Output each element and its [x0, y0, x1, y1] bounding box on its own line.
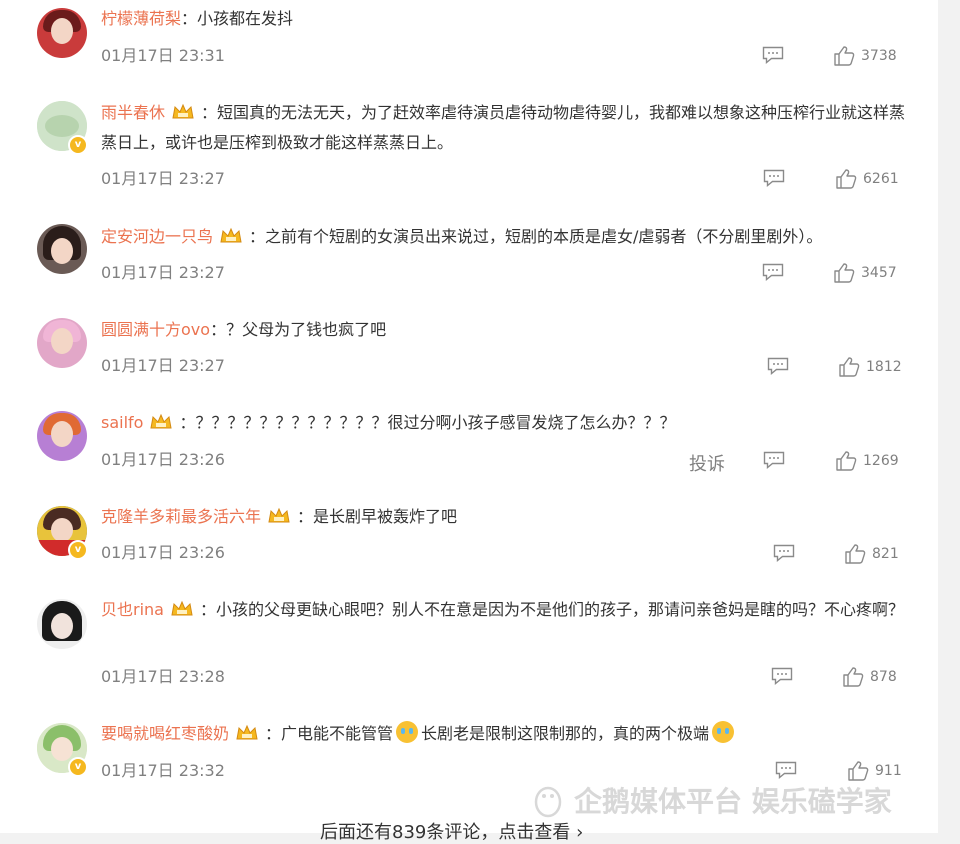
like-button[interactable]: 3457	[833, 262, 903, 284]
username-link[interactable]: 柠檬薄荷梨	[101, 9, 181, 28]
avatar[interactable]	[37, 318, 87, 368]
comment-panel: 柠檬薄荷梨：小孩都在发抖 01月17日 23:31 3738 v 雨半春休 ：短国…	[0, 0, 938, 843]
comment-icon[interactable]	[775, 761, 797, 779]
thumbs-up-icon	[843, 667, 864, 687]
like-button[interactable]: 911	[847, 760, 917, 782]
report-link[interactable]: 投诉	[689, 450, 725, 476]
timestamp: 01月17日 23:32	[101, 761, 225, 780]
like-count: 3738	[861, 48, 897, 64]
comment-body: ：广电能不能管管	[265, 724, 394, 743]
username-link[interactable]: sailfo	[101, 413, 143, 432]
thumbs-up-icon	[836, 451, 857, 471]
thumbs-up-icon	[845, 544, 866, 564]
like-button[interactable]: 1269	[835, 450, 905, 472]
comment-icon[interactable]	[767, 357, 789, 375]
comment-body: ：是长剧早被轰炸了吧	[297, 507, 458, 526]
right-gutter	[944, 0, 960, 833]
comment-icon[interactable]	[762, 263, 784, 281]
username-link[interactable]: 克隆羊多莉最多活六年	[101, 507, 261, 526]
comment-icon[interactable]	[771, 667, 793, 685]
like-count: 911	[875, 763, 902, 779]
username-link[interactable]: 圆圆满十方ovo	[101, 320, 210, 339]
comment-text: 柠檬薄荷梨：小孩都在发抖	[101, 4, 911, 34]
verified-badge-icon: v	[68, 135, 88, 155]
avatar[interactable]	[37, 8, 87, 58]
comment-body: ：？父母为了钱也疯了吧	[210, 320, 387, 339]
comment-icon[interactable]	[763, 451, 785, 469]
timestamp: 01月17日 23:27	[101, 356, 225, 375]
like-button[interactable]: 6261	[835, 168, 905, 190]
crown-badge-icon	[150, 413, 173, 429]
comment-body-cont: 长剧老是限制这限制那的，真的两个极端	[421, 724, 710, 743]
like-count: 3457	[861, 265, 897, 281]
timestamp: 01月17日 23:26	[101, 543, 225, 562]
crown-badge-icon	[236, 724, 258, 740]
comment-text: 圆圆满十方ovo：？父母为了钱也疯了吧	[101, 315, 911, 345]
crying-emoji-icon	[396, 721, 419, 743]
timestamp: 01月17日 23:27	[101, 263, 225, 282]
username-link[interactable]: 雨半春休	[101, 103, 165, 122]
avatar[interactable]: v	[37, 101, 88, 155]
username-link[interactable]: 定安河边一只鸟	[101, 227, 213, 246]
crown-badge-icon	[171, 600, 193, 616]
comment-body: ：小孩都在发抖	[181, 9, 294, 28]
comment-text: 贝也rina ：小孩的父母更缺心眼吧？别人不在意是因为不是他们的孩子，那请问亲爸妈…	[101, 595, 911, 625]
penguin-logo-icon	[534, 786, 562, 818]
comment-text: sailfo ：？？？？？？？？？？？？很过分啊小孩子感冒发烧了怎么办？？？	[101, 408, 911, 438]
comment-text: 要喝就喝红枣酸奶 ：广电能不能管管 长剧老是限制这限制那的，真的两个极端	[101, 719, 911, 749]
avatar[interactable]	[37, 224, 87, 274]
comment-text: 定安河边一只鸟 ：之前有个短剧的女演员出来说过，短剧的本质是虐女/虐弱者（不分剧里…	[101, 222, 911, 252]
username-link[interactable]: 贝也rina	[101, 600, 164, 619]
thumbs-up-icon	[839, 357, 860, 377]
thumbs-up-icon	[834, 46, 855, 66]
comment-body: ：短国真的无法无天，为了赶效率虐待演员虐待动物虐待婴儿，我都难以想象这种压榨行业…	[101, 103, 906, 152]
like-count: 6261	[863, 171, 899, 187]
verified-badge-icon: v	[68, 757, 88, 777]
avatar[interactable]	[37, 599, 87, 649]
verified-badge-icon: v	[68, 540, 88, 560]
timestamp: 01月17日 23:27	[101, 169, 225, 188]
comment-body: ：之前有个短剧的女演员出来说过，短剧的本质是虐女/虐弱者（不分剧里剧外）。	[249, 227, 823, 246]
crying-emoji-icon	[712, 721, 735, 743]
username-link[interactable]: 要喝就喝红枣酸奶	[101, 724, 229, 743]
comment-icon[interactable]	[763, 169, 785, 187]
like-count: 1269	[863, 453, 899, 469]
thumbs-up-icon	[836, 169, 857, 189]
crown-badge-icon	[268, 507, 290, 523]
comment-icon[interactable]	[773, 544, 795, 562]
like-button[interactable]: 1812	[838, 356, 908, 378]
timestamp: 01月17日 23:31	[101, 46, 225, 65]
timestamp: 01月17日 23:28	[101, 667, 225, 686]
comment-body: ：小孩的父母更缺心眼吧？别人不在意是因为不是他们的孩子，那请问亲爸妈是瞎的吗？不…	[199, 600, 904, 619]
like-count: 878	[870, 669, 897, 685]
thumbs-up-icon	[834, 263, 855, 283]
like-button[interactable]: 878	[842, 666, 912, 688]
comment-body: ：？？？？？？？？？？？？很过分啊小孩子感冒发烧了怎么办？？？	[179, 413, 676, 432]
like-button[interactable]: 821	[844, 543, 914, 565]
crown-badge-icon	[220, 227, 242, 243]
avatar[interactable]: v	[37, 506, 88, 560]
avatar[interactable]: v	[37, 723, 88, 777]
comment-icon[interactable]	[762, 46, 784, 64]
like-count: 1812	[866, 359, 902, 375]
avatar[interactable]	[37, 411, 87, 461]
comment-text: 克隆羊多莉最多活六年 ：是长剧早被轰炸了吧	[101, 502, 911, 532]
crown-badge-icon	[172, 103, 194, 119]
like-button[interactable]: 3738	[833, 45, 903, 67]
thumbs-up-icon	[848, 761, 869, 781]
timestamp: 01月17日 23:26	[101, 450, 225, 469]
load-more-comments[interactable]: 后面还有839条评论，点击查看 ›	[320, 818, 583, 844]
comment-text: 雨半春休 ：短国真的无法无天，为了赶效率虐待演员虐待动物虐待婴儿，我都难以想象这种…	[101, 98, 911, 158]
watermark-text: 企鹅媒体平台 娱乐磕学家	[574, 785, 892, 818]
like-count: 821	[872, 546, 899, 562]
